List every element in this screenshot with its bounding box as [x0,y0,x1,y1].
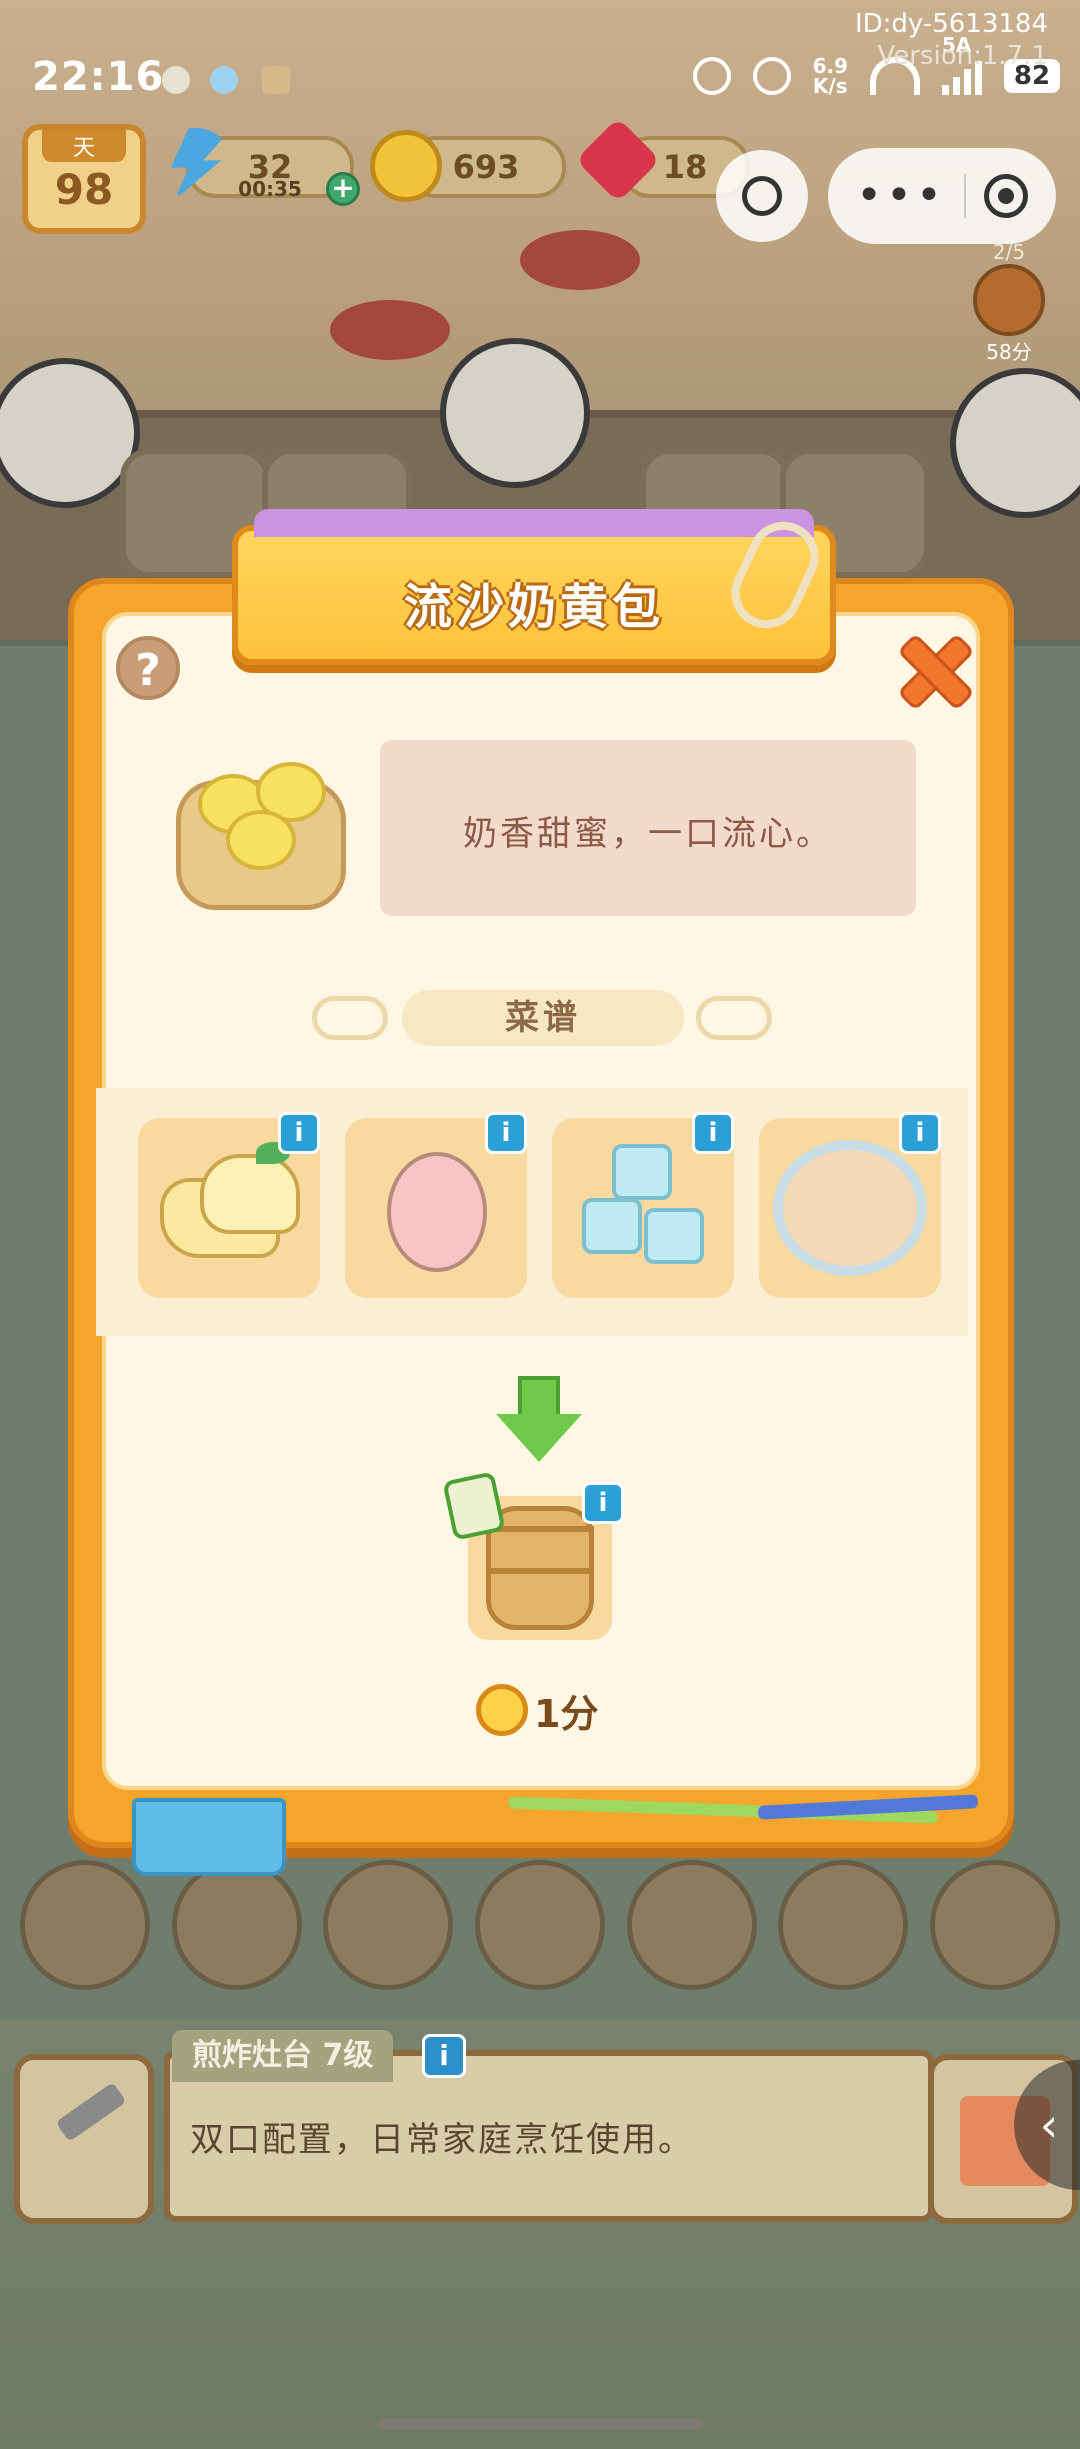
debug-id: ID:dy-5613184 [854,9,1048,39]
ingredient-slot[interactable]: i [345,1112,527,1298]
notification-icon [162,66,190,94]
custard-bun-icon [170,740,350,910]
fruit-bowl-icon[interactable] [778,1860,909,1990]
customer-chicken [0,358,140,508]
recipe-description-box: 奶香甜蜜，一口流心。 [380,740,916,916]
profile-button[interactable] [716,150,808,242]
customer-penguin [440,338,590,488]
close-icon[interactable] [898,634,968,704]
ingredient-list: i i i i [96,1088,968,1336]
seafood-icon[interactable] [626,1860,757,1990]
hammer-icon [55,2082,127,2142]
restaurant-stool [520,230,640,290]
alarm-icon [692,57,731,95]
restaurant-stool [330,300,450,360]
ingredient-info-button[interactable]: i [899,1112,941,1154]
order-indicator[interactable]: 2/5 58分 [964,240,1054,365]
profile-icon [742,176,782,216]
mute-icon [752,57,791,95]
basket-icon[interactable] [171,1860,302,1990]
vegetable-crate-icon[interactable] [20,1860,150,1990]
close-miniprogram-icon[interactable] [983,174,1028,218]
station-info-button[interactable]: i [422,2034,466,2078]
coin-value: 693 [452,148,520,186]
recipe-description: 奶香甜蜜，一口流心。 [463,814,833,854]
more-menu-icon[interactable]: ••• [856,174,946,218]
station-title: 煎炸灶台 7级 [172,2030,394,2082]
station-description: 双口配置，日常家庭烹饪使用。 [190,2120,694,2160]
clock-time: 22:16 [32,54,165,100]
cook-time-value: 1分 [534,1691,599,1736]
notification-icon [262,66,290,94]
flour-bowl-icon [773,1140,927,1276]
network-speed-unit: K/s [812,74,848,98]
notification-icon [210,66,238,94]
egg-icon [387,1152,487,1272]
vegetable-bowl-icon[interactable] [929,1860,1060,1990]
day-counter: 天 98 [22,124,146,234]
cook-time: 1分 [476,1680,598,1740]
debug-info: ID:dy-5613184 Version:1.7.1 [855,8,1048,72]
network-speed-value: 6.9 [812,54,848,78]
roast-chicken-icon [973,264,1045,336]
arrow-down-icon [496,1376,582,1466]
dialog-ribbon-decoration [507,1794,979,1830]
dialog-ribbon-decoration [132,1798,286,1876]
ingredient-slot[interactable]: i [138,1112,320,1298]
coin-icon [370,130,442,202]
decor-swirl-right [696,996,772,1040]
ingredient-info-button[interactable]: i [692,1112,734,1154]
station-panel: 双口配置，日常家庭烹饪使用。 煎炸灶台 7级 i [14,2030,1078,2230]
ingredient-info-button[interactable]: i [278,1112,320,1154]
order-count: 2/5 [992,240,1026,264]
recipe-section-label: 菜谱 [402,990,684,1046]
upgrade-hammer-button[interactable] [14,2054,154,2224]
ingredient-slot[interactable]: i [552,1112,734,1298]
day-label: 天 [42,130,126,162]
meat-basket-icon[interactable] [323,1860,454,1990]
stopwatch-icon [476,1684,528,1736]
home-indicator[interactable] [378,2418,702,2430]
fishing-rod-icon[interactable] [474,1860,605,1990]
add-energy-button[interactable]: + [326,172,360,206]
customer-chef [950,368,1080,518]
network-speed: 6.9 K/s [813,56,848,96]
day-value: 98 [54,165,114,214]
ingredient-slot[interactable]: i [759,1112,941,1298]
decor-swirl-left [312,996,388,1040]
capsule-divider [963,174,966,218]
gem-value: 18 [662,148,708,186]
result-info-button[interactable]: i [582,1482,624,1524]
ingredient-info-button[interactable]: i [485,1112,527,1154]
debug-version: Version:1.7.1 [877,41,1048,71]
miniprogram-capsule: ••• [828,148,1056,244]
order-time: 58分 [986,340,1032,364]
help-button[interactable]: ? [116,636,180,700]
butter-icon [200,1154,300,1234]
